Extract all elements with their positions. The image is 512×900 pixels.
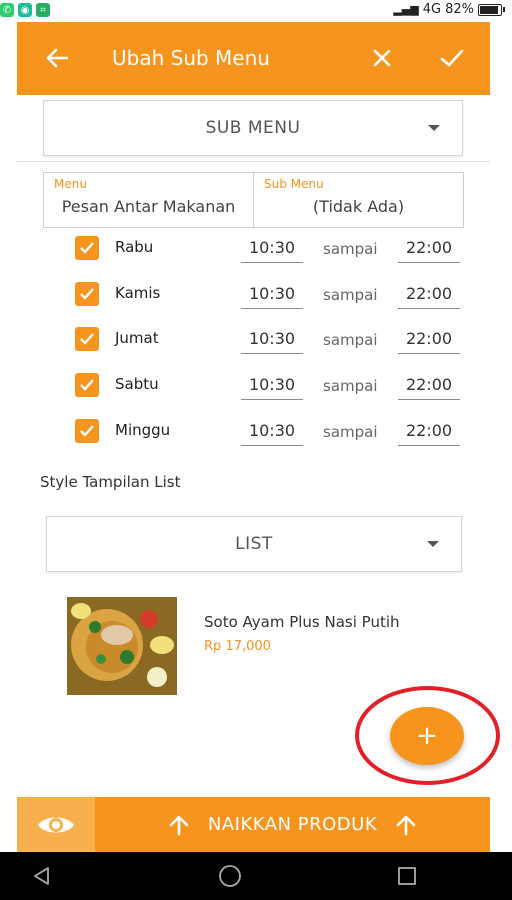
schedule-row-kamis: Kamis 10:30 sampai 22:00 — [75, 280, 479, 314]
end-time-input[interactable]: 22:00 — [398, 238, 460, 263]
schedule-row-sabtu: Sabtu 10:30 sampai 22:00 — [75, 371, 479, 405]
preview-button[interactable] — [17, 797, 95, 852]
add-product-button[interactable]: + — [390, 707, 464, 765]
day-label: Sabtu — [115, 375, 159, 393]
list-style-label: Style Tampilan List — [40, 473, 181, 491]
app-bar: Ubah Sub Menu — [17, 22, 490, 95]
product-price: Rp 17,000 — [204, 639, 271, 654]
signal-icon: ▂▄▆ — [393, 3, 419, 16]
system-navigation-bar — [0, 852, 512, 900]
product-name: Soto Ayam Plus Nasi Putih — [204, 613, 400, 631]
submenu-dropdown-value: SUB MENU — [205, 118, 301, 138]
status-right: ▂▄▆ 4G 82% — [393, 2, 505, 17]
day-checkbox[interactable] — [75, 282, 99, 306]
until-label: sampai — [323, 423, 378, 441]
plus-icon: + — [416, 721, 438, 751]
product-image — [67, 597, 177, 695]
day-checkbox[interactable] — [75, 236, 99, 260]
back-arrow-icon[interactable] — [39, 40, 75, 76]
battery-level — [480, 5, 499, 14]
scan-icon: ⌗ — [36, 3, 50, 17]
until-label: sampai — [323, 286, 378, 304]
product-list-item[interactable]: Soto Ayam Plus Nasi Putih Rp 17,000 — [67, 597, 487, 697]
start-time-input[interactable]: 10:30 — [241, 421, 303, 446]
network-type: 4G — [422, 2, 442, 17]
raise-product-button[interactable]: NAIKKAN PRODUK — [95, 797, 490, 852]
until-label: sampai — [323, 331, 378, 349]
battery-percent: 82% — [445, 2, 474, 17]
check-icon[interactable] — [434, 40, 470, 76]
end-time-input[interactable]: 22:00 — [398, 329, 460, 354]
edit-submenu-screen: Ubah Sub Menu SUB MENU Menu Pesan Antar … — [17, 22, 500, 852]
day-checkbox[interactable] — [75, 419, 99, 443]
bottom-action-bar: NAIKKAN PRODUK — [17, 797, 490, 852]
whatsapp-icon: ✆ — [0, 3, 14, 17]
day-label: Jumat — [115, 329, 159, 347]
page-title: Ubah Sub Menu — [112, 46, 270, 70]
chevron-down-icon — [427, 541, 439, 547]
start-time-input[interactable]: 10:30 — [241, 238, 303, 263]
raise-product-label: NAIKKAN PRODUK — [207, 814, 378, 835]
until-label: sampai — [323, 377, 378, 395]
end-time-input[interactable]: 22:00 — [398, 375, 460, 400]
nav-home-icon[interactable] — [218, 864, 242, 888]
status-bar: ✆ ◉ ⌗ ▂▄▆ 4G 82% — [0, 0, 512, 22]
chevron-down-icon — [428, 125, 440, 131]
schedule-row-jumat: Jumat 10:30 sampai 22:00 — [75, 325, 479, 359]
list-style-dropdown[interactable]: LIST — [46, 516, 462, 572]
divider — [17, 161, 490, 162]
end-time-input[interactable]: 22:00 — [398, 284, 460, 309]
day-checkbox[interactable] — [75, 327, 99, 351]
list-style-dropdown-value: LIST — [235, 534, 273, 554]
menu-field-label: Menu — [54, 177, 87, 191]
day-label: Minggu — [115, 421, 171, 439]
battery-icon — [478, 3, 505, 16]
menu-field[interactable]: Menu Pesan Antar Makanan — [43, 172, 254, 228]
arrow-up-icon — [169, 815, 189, 835]
schedule-row-minggu: Minggu 10:30 sampai 22:00 — [75, 417, 479, 451]
close-icon[interactable] — [364, 40, 400, 76]
start-time-input[interactable]: 10:30 — [241, 329, 303, 354]
notification-icons: ✆ ◉ ⌗ — [0, 3, 50, 17]
nav-recents-icon[interactable] — [395, 864, 419, 888]
day-checkbox[interactable] — [75, 373, 99, 397]
submenu-field[interactable]: Sub Menu (Tidak Ada) — [253, 172, 464, 228]
submenu-field-value: (Tidak Ada) — [312, 197, 405, 216]
end-time-input[interactable]: 22:00 — [398, 421, 460, 446]
eye-icon — [38, 817, 74, 832]
day-label: Kamis — [115, 284, 161, 302]
schedule-row-rabu: Rabu 10:30 sampai 22:00 — [75, 234, 479, 268]
until-label: sampai — [323, 240, 378, 258]
start-time-input[interactable]: 10:30 — [241, 375, 303, 400]
submenu-field-label: Sub Menu — [264, 177, 324, 191]
day-label: Rabu — [115, 238, 154, 256]
nav-back-icon[interactable] — [30, 864, 54, 888]
app-icon: ◉ — [18, 3, 32, 17]
menu-field-value: Pesan Antar Makanan — [61, 197, 236, 216]
arrow-up-icon — [396, 815, 416, 835]
start-time-input[interactable]: 10:30 — [241, 284, 303, 309]
submenu-dropdown[interactable]: SUB MENU — [43, 100, 463, 156]
